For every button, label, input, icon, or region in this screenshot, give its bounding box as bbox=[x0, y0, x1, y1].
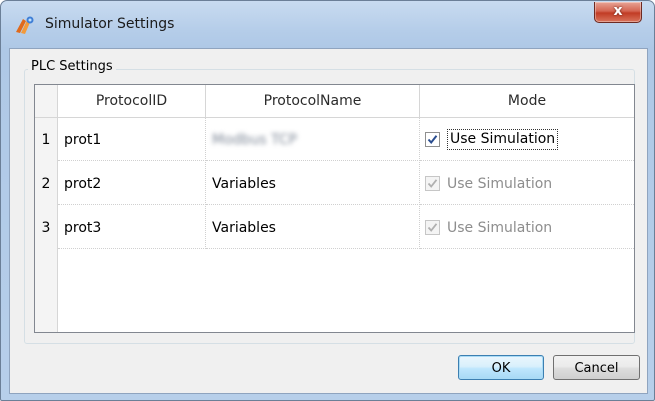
use-simulation-checkbox: Use Simulation bbox=[425, 173, 552, 194]
checkbox-box bbox=[425, 176, 440, 191]
checkmark-icon bbox=[427, 179, 438, 188]
table-row[interactable]: 3 prot3 Variables Use Simulation bbox=[35, 206, 634, 249]
close-button[interactable]: x bbox=[594, 2, 642, 23]
column-header-protocolid[interactable]: ProtocolID bbox=[58, 85, 206, 118]
ok-button[interactable]: OK bbox=[458, 355, 544, 380]
protocol-id-cell[interactable]: prot3 bbox=[58, 206, 206, 249]
row-number: 2 bbox=[41, 176, 51, 192]
simulator-settings-window: Simulator Settings x PLC Settings Protoc… bbox=[0, 0, 655, 401]
checkmark-icon bbox=[427, 223, 438, 232]
checkbox-label[interactable]: Use Simulation bbox=[447, 129, 559, 150]
checkbox-box[interactable] bbox=[425, 132, 440, 147]
protocol-grid[interactable]: ProtocolID ProtocolName Mode 1 prot1 Mod… bbox=[34, 84, 635, 333]
row-number: 1 bbox=[41, 132, 51, 148]
dialog-body: PLC Settings ProtocolID ProtocolName Mod… bbox=[9, 48, 648, 394]
title-bar[interactable]: Simulator Settings x bbox=[1, 1, 654, 49]
window-title: Simulator Settings bbox=[45, 16, 175, 32]
grid-corner bbox=[35, 85, 58, 118]
protocol-name-cell[interactable]: Variables bbox=[206, 206, 420, 249]
table-row[interactable]: 1 prot1 Modbus TCP Use Simulation bbox=[35, 118, 634, 161]
checkbox-label: Use Simulation bbox=[447, 219, 553, 236]
cancel-button[interactable]: Cancel bbox=[553, 355, 640, 380]
column-header-mode[interactable]: Mode bbox=[420, 85, 634, 118]
use-simulation-checkbox: Use Simulation bbox=[425, 217, 552, 238]
protocol-name-cell[interactable]: Modbus TCP bbox=[206, 118, 420, 161]
simulator-app-icon bbox=[16, 16, 34, 34]
group-title: PLC Settings bbox=[28, 59, 116, 74]
table-row[interactable]: 2 prot2 Variables Use Simulation bbox=[35, 162, 634, 205]
protocol-id-cell[interactable]: prot2 bbox=[58, 162, 206, 205]
protocol-id-cell[interactable]: prot1 bbox=[58, 118, 206, 161]
protocol-name-cell[interactable]: Variables bbox=[206, 162, 420, 205]
column-header-protocolname[interactable]: ProtocolName bbox=[206, 85, 420, 118]
checkmark-icon bbox=[427, 135, 438, 145]
close-icon: x bbox=[613, 3, 623, 19]
checkbox-box bbox=[425, 220, 440, 235]
row-number: 3 bbox=[41, 220, 51, 236]
checkbox-label: Use Simulation bbox=[447, 175, 553, 192]
protocol-name-text: Modbus TCP bbox=[212, 132, 297, 148]
use-simulation-checkbox[interactable]: Use Simulation bbox=[425, 129, 559, 150]
